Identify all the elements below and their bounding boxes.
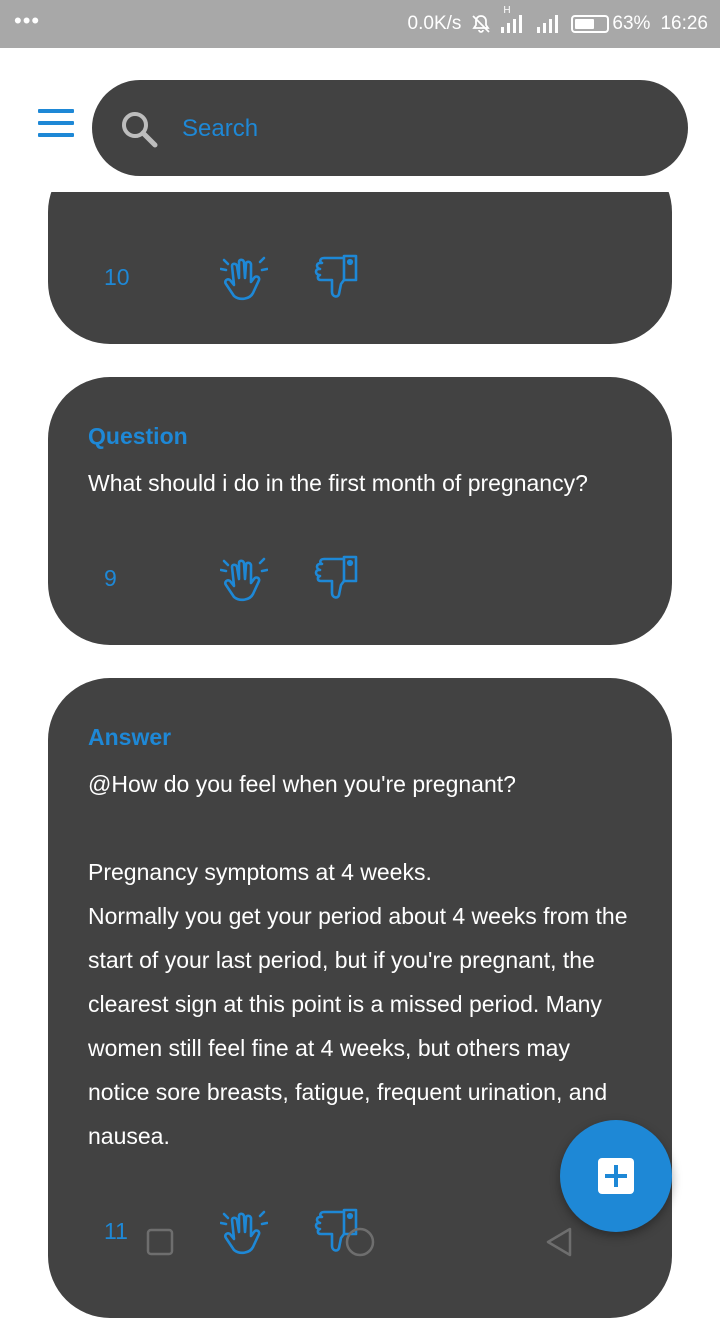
back-button[interactable]: [544, 1226, 576, 1258]
clap-count: 9: [104, 565, 117, 591]
answer-text: @How do you feel when you're pregnant? P…: [88, 771, 628, 1149]
add-post-button[interactable]: [560, 1120, 672, 1232]
thumbs-down-icon[interactable]: [314, 252, 360, 307]
card-kind-label: Question: [88, 423, 188, 449]
search-icon: [122, 112, 158, 148]
thumbs-down-icon[interactable]: [314, 553, 360, 608]
clap-icon[interactable]: [219, 252, 269, 307]
question-text: What should i do in the first month of p…: [88, 470, 588, 496]
clock: 16:26: [660, 13, 708, 34]
search-input[interactable]: [180, 106, 664, 152]
battery-icon: 63%: [571, 13, 650, 35]
card-kind-label: Answer: [88, 724, 172, 750]
battery-percent: 63%: [612, 13, 651, 34]
card-actions: 10: [48, 252, 672, 302]
clap-icon[interactable]: [219, 553, 269, 608]
search-bar[interactable]: [92, 80, 688, 176]
signal-icon: H: [501, 5, 527, 33]
mute-bell-icon: [471, 14, 491, 34]
clap-count: 10: [104, 264, 130, 290]
app-header: [0, 48, 720, 192]
signal-icon-2: [537, 15, 561, 33]
network-speed: 0.0K/s: [407, 13, 462, 34]
plus-icon: [598, 1158, 634, 1194]
status-bar: ••• 0.0K/s H 63% 16:26: [0, 0, 720, 48]
question-card[interactable]: Question What should i do in the first m…: [48, 377, 672, 645]
recents-button[interactable]: [146, 1228, 174, 1256]
home-button[interactable]: [344, 1226, 376, 1258]
more-notifications-icon: •••: [14, 8, 41, 33]
network-type: H: [503, 5, 511, 16]
card-actions: 9: [48, 553, 672, 603]
hamburger-menu-icon[interactable]: [38, 109, 74, 137]
